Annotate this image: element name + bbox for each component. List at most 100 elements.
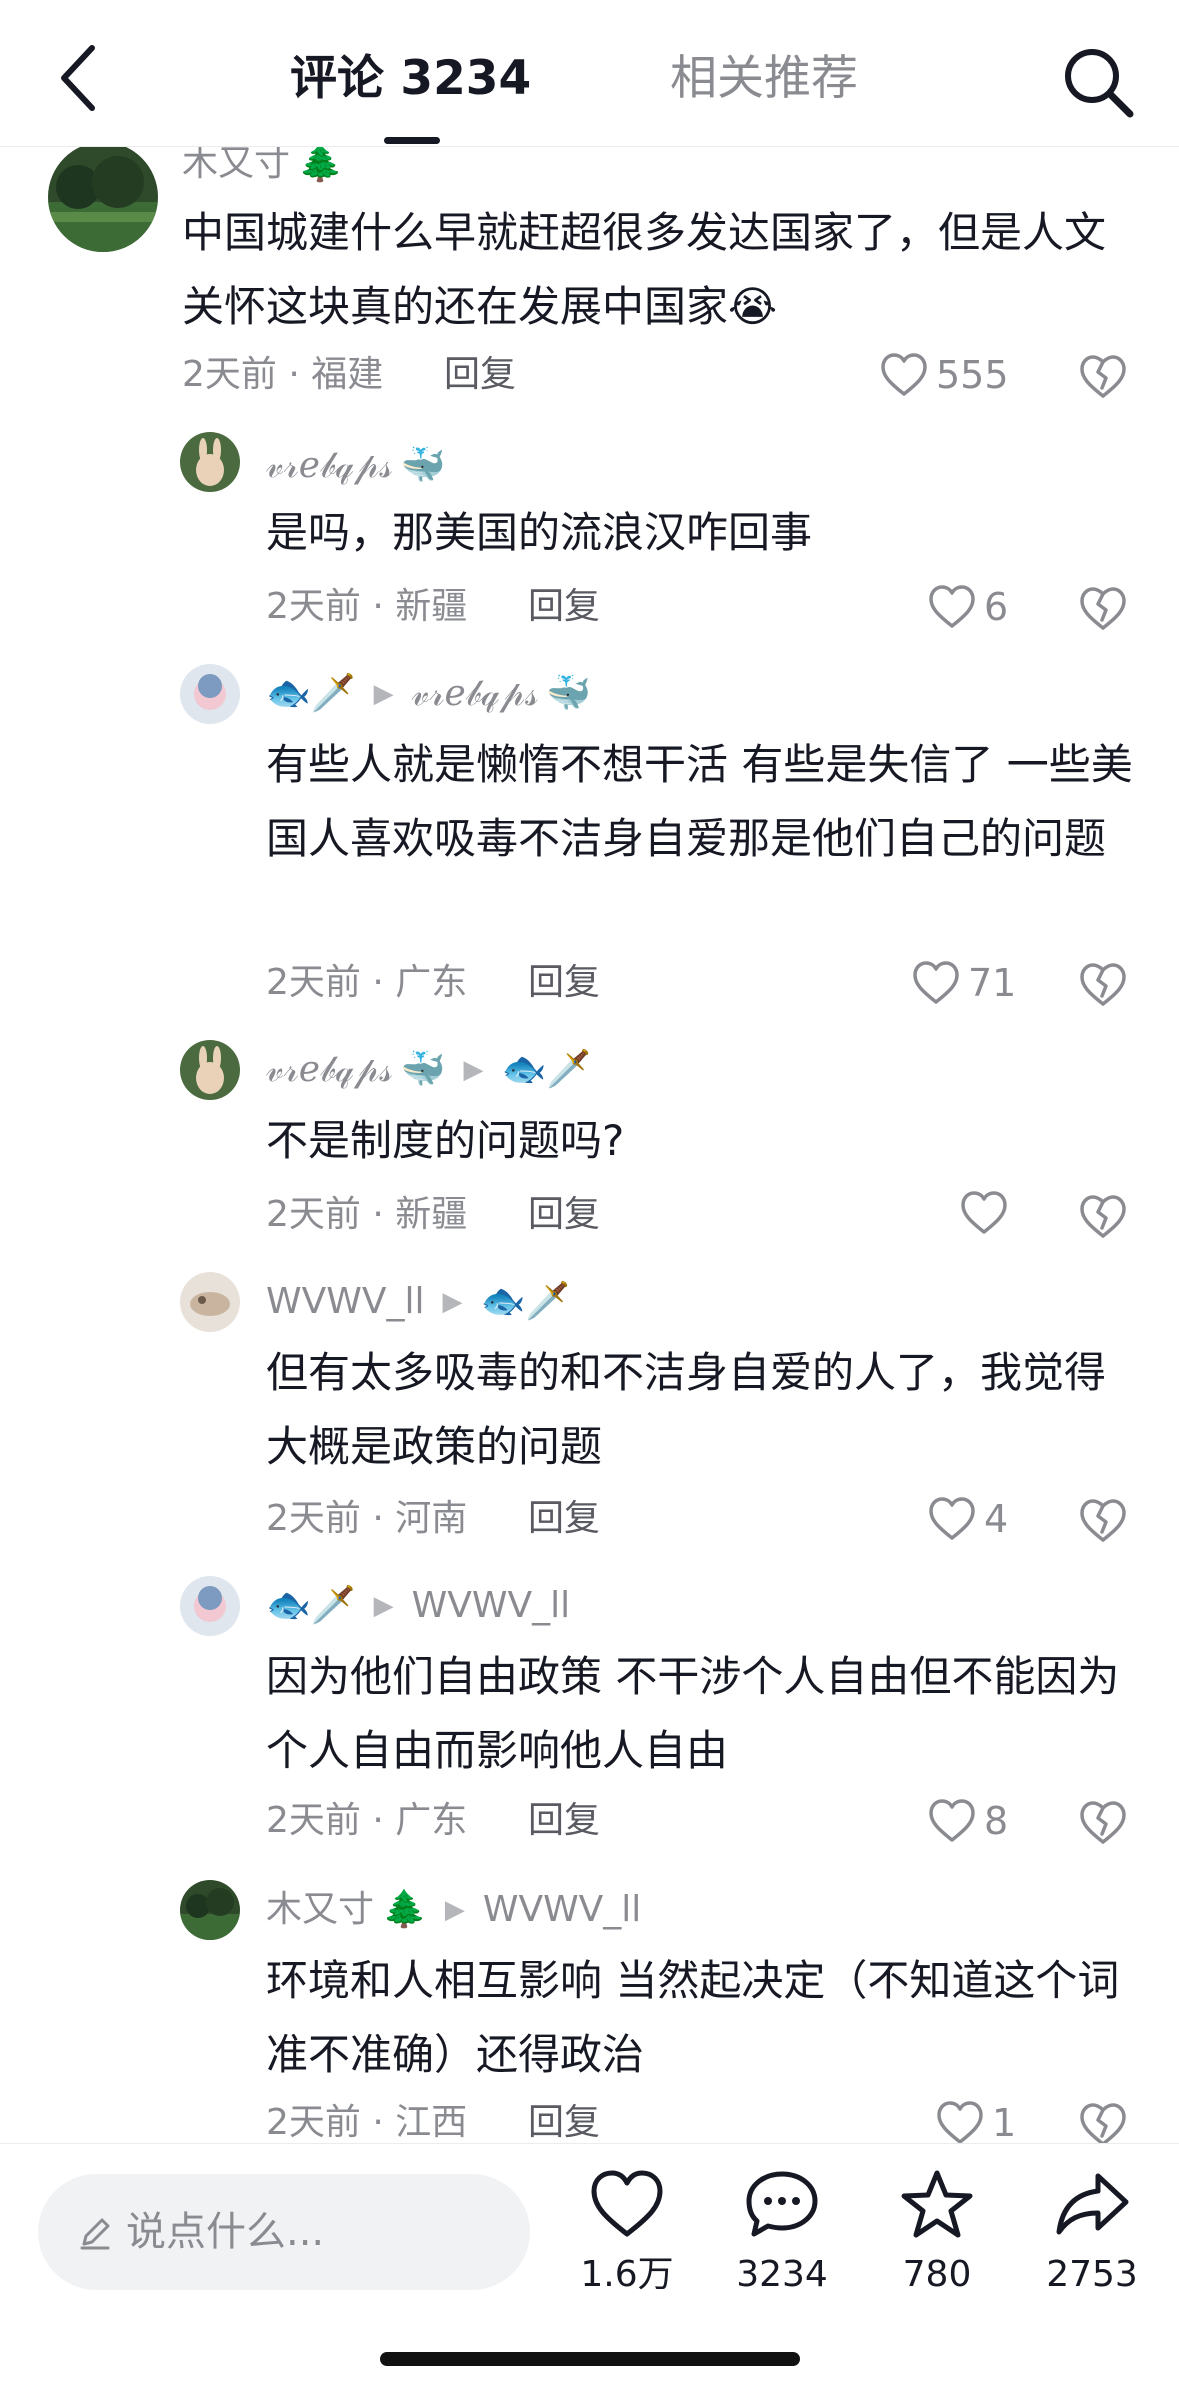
comment-text[interactable]: 但有太多吸毒的和不洁身自爱的人了，我觉得大概是政策的问题 xyxy=(266,1336,1126,1484)
tab-active-indicator xyxy=(384,137,440,144)
input-placeholder: 说点什么... xyxy=(126,2209,325,2255)
favorite-count: 780 xyxy=(902,2254,972,2295)
author-name: 木又寸 xyxy=(266,1889,375,1930)
like-button[interactable]: 8 xyxy=(928,1796,1008,1846)
author-emoji: 🐟🗡️ xyxy=(266,1585,356,1626)
heart-icon xyxy=(881,353,927,396)
like-count: 6 xyxy=(984,585,1009,629)
author-name: 𝓋𝓇ℯ𝒷𝓆𝓅𝓈 xyxy=(266,1049,393,1090)
broken-heart-icon[interactable] xyxy=(1078,960,1128,1008)
reply-to-emoji: 🐟🗡️ xyxy=(501,1049,592,1090)
like-button[interactable]: 555 xyxy=(880,350,1009,400)
comment-text[interactable]: 环境和人相互影响 当然起决定（不知道这个词准不准确）还得政治 xyxy=(266,1944,1126,2092)
broken-heart-icon[interactable] xyxy=(1078,1496,1128,1544)
comment-button[interactable]: 3234 xyxy=(707,2168,857,2300)
reply-to-emoji: 🐳 xyxy=(546,673,592,714)
like-button[interactable]: 4 xyxy=(928,1494,1008,1544)
avatar[interactable] xyxy=(180,1576,240,1636)
search-icon[interactable] xyxy=(1058,42,1138,122)
broken-heart-icon[interactable] xyxy=(1078,584,1128,632)
comment-meta: 2天前 · 江西 xyxy=(266,2102,468,2143)
avatar[interactable] xyxy=(180,432,240,492)
reply-button[interactable]: 回复 xyxy=(444,350,516,400)
like-count: 1 xyxy=(992,2101,1017,2145)
reply-arrow-icon: ▶ xyxy=(373,1591,394,1621)
comment-text[interactable]: 不是制度的问题吗? xyxy=(266,1104,1126,1178)
comment-text[interactable]: 有些人就是懒惰不想干活 有些是失信了 一些美国人喜欢吸毒不洁身自爱那是他们自己的… xyxy=(266,728,1136,876)
reply-arrow-icon: ▶ xyxy=(444,1895,465,1925)
heart-icon xyxy=(929,1497,975,1540)
comment-meta: 2天前 · 福建 xyxy=(182,354,384,395)
avatar[interactable] xyxy=(180,664,240,724)
reply-to-name: WVWV_ll xyxy=(411,1585,571,1626)
heart-icon xyxy=(929,585,975,628)
like-count: 71 xyxy=(968,961,1017,1005)
like-button[interactable]: 1 xyxy=(936,2098,1016,2148)
star-icon xyxy=(901,2170,973,2238)
reply-arrow-icon: ▶ xyxy=(442,1287,463,1317)
comment-author[interactable]: 𝓋𝓇ℯ𝒷𝓆𝓅𝓈 🐳 xyxy=(266,440,446,492)
reply-button[interactable]: 回复 xyxy=(528,582,600,632)
reply-button[interactable]: 回复 xyxy=(528,1796,600,1846)
reply-arrow-icon: ▶ xyxy=(373,679,394,709)
share-arrow-icon xyxy=(1056,2173,1129,2235)
comments-header: 评论 3234 相关推荐 xyxy=(0,0,1179,147)
comment-author[interactable]: 🐟🗡️ ▶ WVWV_ll xyxy=(266,1580,570,1632)
comment-text[interactable]: 中国城建什么早就赶超很多发达国家了，但是人文关怀这块真的还在发展中国家😭 xyxy=(182,196,1122,344)
avatar[interactable] xyxy=(180,1040,240,1100)
reply-button[interactable]: 回复 xyxy=(528,958,600,1008)
comment-text[interactable]: 因为他们自由政策 不干涉个人自由但不能因为个人自由而影响他人自由 xyxy=(266,1640,1126,1788)
comment-author[interactable]: 🐟🗡️ ▶ 𝓋𝓇ℯ𝒷𝓆𝓅𝓈 🐳 xyxy=(266,668,591,720)
comment-meta: 2天前 · 新疆 xyxy=(266,1194,468,1235)
author-emoji: 🐟🗡️ xyxy=(266,673,356,714)
share-count: 2753 xyxy=(1046,2254,1138,2295)
broken-heart-icon[interactable] xyxy=(1078,352,1128,400)
heart-icon xyxy=(591,2170,663,2237)
broken-heart-icon[interactable] xyxy=(1078,1192,1128,1240)
reply-button[interactable]: 回复 xyxy=(528,2098,600,2148)
comment-meta: 2天前 · 广东 xyxy=(266,1800,468,1841)
like-post-button[interactable]: 1.6万 xyxy=(552,2168,702,2300)
heart-icon xyxy=(929,1799,975,1842)
reply-arrow-icon: ▶ xyxy=(463,1055,484,1085)
tab-related[interactable]: 相关推荐 xyxy=(670,44,858,114)
comment-text[interactable]: 是吗，那美国的流浪汉咋回事 xyxy=(266,496,1126,570)
avatar[interactable] xyxy=(180,1880,240,1940)
like-button[interactable]: 6 xyxy=(928,582,1008,632)
broken-heart-icon[interactable] xyxy=(1078,1798,1128,1846)
reply-to-name: WVWV_ll xyxy=(482,1889,642,1930)
reply-to-emoji: 🐟🗡️ xyxy=(480,1281,571,1322)
comment-author[interactable]: 木又寸 🌲 ▶ WVWV_ll xyxy=(266,1884,641,1936)
like-count: 8 xyxy=(984,1799,1009,1843)
reply-button[interactable]: 回复 xyxy=(528,1190,600,1240)
author-name: WVWV_ll xyxy=(266,1281,425,1322)
author-emoji: 🐳 xyxy=(400,1049,446,1090)
crying-emoji: 😭 xyxy=(728,282,778,331)
comment-author[interactable]: WVWV_ll ▶ 🐟🗡️ xyxy=(266,1276,570,1328)
home-indicator xyxy=(380,2352,800,2366)
comment-meta: 2天前 · 新疆 xyxy=(266,586,468,627)
avatar[interactable] xyxy=(48,142,158,252)
speech-bubble-icon xyxy=(746,2171,818,2237)
pen-icon xyxy=(80,2218,110,2250)
author-emoji: 🌲 xyxy=(382,1889,427,1930)
comment-author[interactable]: 𝓋𝓇ℯ𝒷𝓆𝓅𝓈 🐳 ▶ 🐟🗡️ xyxy=(266,1044,591,1096)
tab-comments[interactable]: 评论 3234 xyxy=(290,44,531,114)
comment-meta: 2天前 · 河南 xyxy=(266,1498,468,1539)
heart-icon xyxy=(913,961,959,1004)
favorite-button[interactable]: 780 xyxy=(862,2168,1012,2300)
avatar[interactable] xyxy=(180,1272,240,1332)
broken-heart-icon[interactable] xyxy=(1078,2100,1128,2148)
like-count: 4 xyxy=(984,1497,1009,1541)
heart-icon xyxy=(961,1191,1007,1234)
like-button[interactable] xyxy=(960,1190,1016,1236)
comment-meta: 2天前 · 广东 xyxy=(266,962,468,1003)
chevron-left-icon[interactable] xyxy=(48,38,112,118)
author-name: 𝓋𝓇ℯ𝒷𝓆𝓅𝓈 xyxy=(266,445,393,486)
comment-input[interactable]: 说点什么... xyxy=(38,2174,530,2290)
share-button[interactable]: 2753 xyxy=(1017,2168,1167,2300)
reply-button[interactable]: 回复 xyxy=(528,1494,600,1544)
heart-icon xyxy=(937,2101,983,2144)
author-emoji: 🐳 xyxy=(400,445,446,486)
like-button[interactable]: 71 xyxy=(912,958,1016,1008)
